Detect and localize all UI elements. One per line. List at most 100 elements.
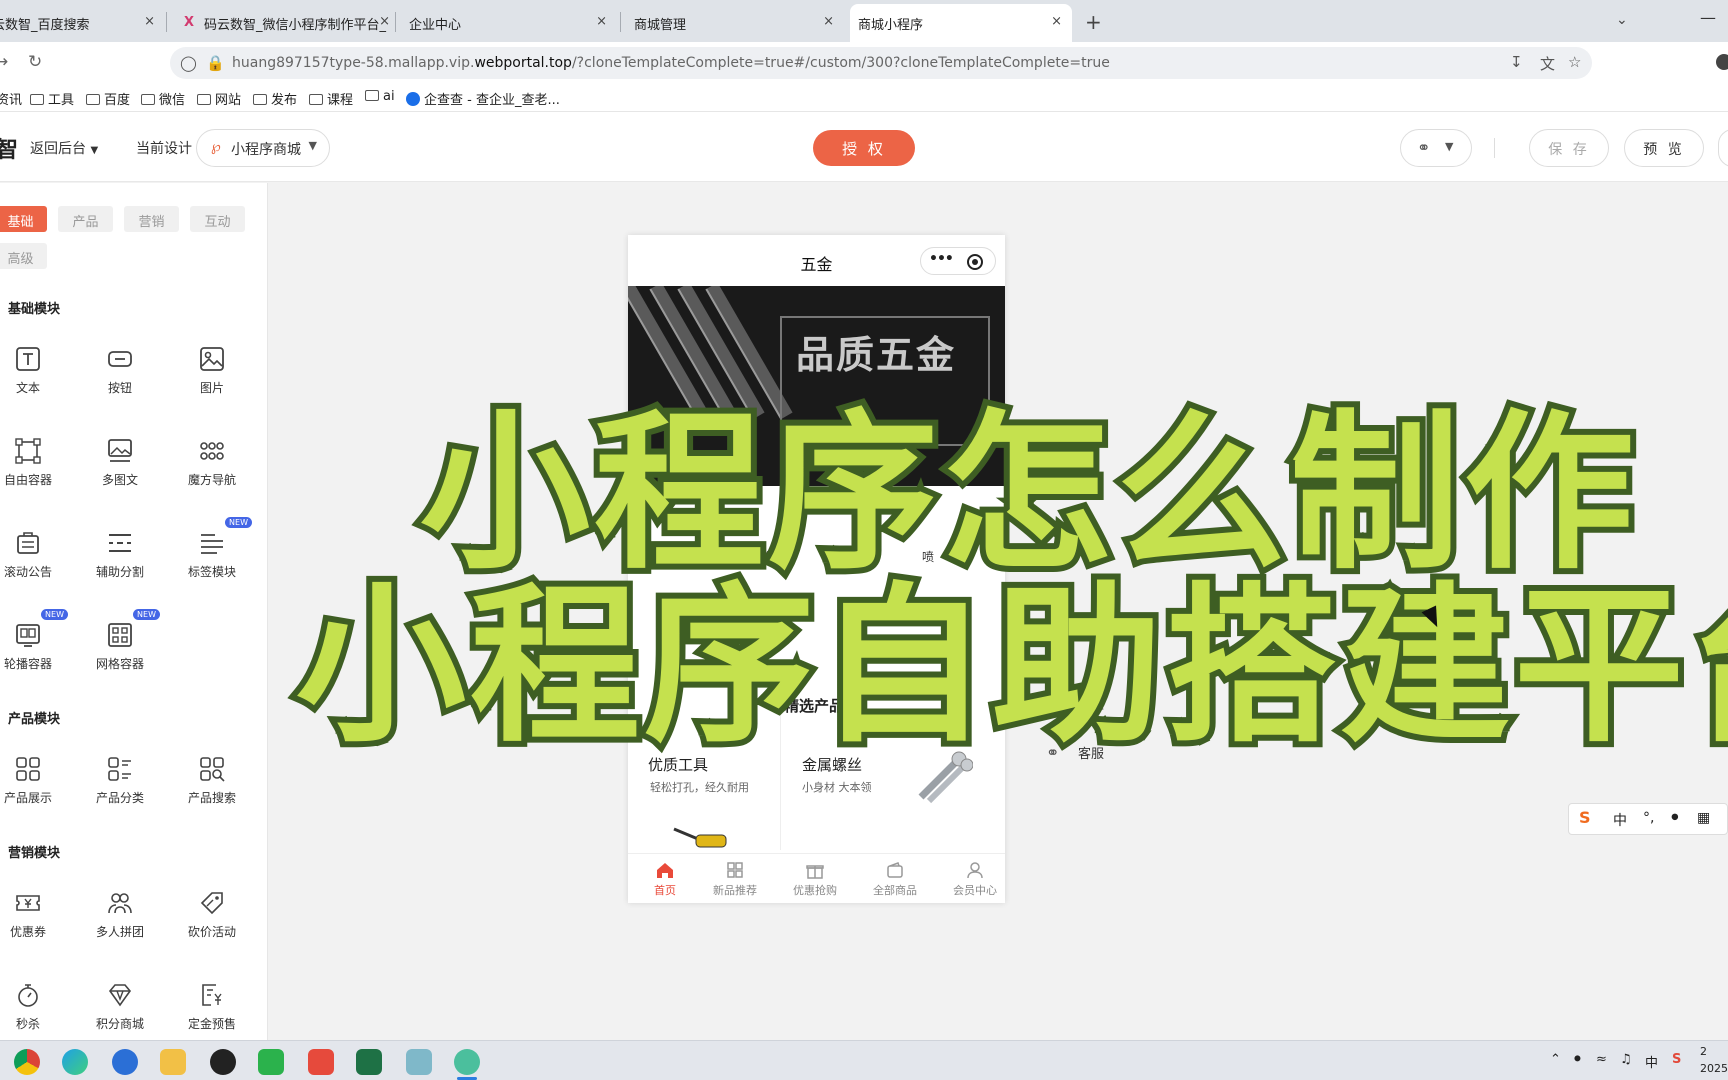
wifi-icon[interactable]: ≈ [1596,1052,1607,1067]
bookmark-item[interactable]: 发布 [253,89,297,108]
tray-lang[interactable]: 中 [1645,1052,1658,1071]
translate-icon[interactable]: 文 [1540,53,1555,74]
support-button[interactable]: ⚭ ▼ [1400,129,1472,167]
component-text[interactable]: 文本 [0,345,68,407]
nav-item-label[interactable]: 喷 [922,548,934,565]
tab-basic[interactable]: 基础 [0,206,47,232]
component-label: 网格容器 [95,657,144,671]
component-product-category[interactable]: 产品分类 [80,755,160,817]
component-product-display[interactable]: 产品展示 [0,755,68,817]
phone-tab-deals[interactable]: 优惠抢购 [778,860,852,898]
bookmark-item[interactable]: 微信 [141,89,185,108]
product-card-title[interactable]: 金属螺丝 [802,754,862,775]
back-to-admin-button[interactable]: 返回后台 ▼ [30,138,98,158]
component-coupon[interactable]: 优惠券 [0,889,68,951]
browser-icon[interactable] [112,1049,138,1075]
component-points-mall[interactable]: 积分商城 [80,981,160,1040]
close-icon[interactable]: × [1051,14,1062,29]
clock[interactable]: 2 2025 [1700,1043,1728,1077]
new-tab-button[interactable]: + [1085,10,1102,34]
component-bargain[interactable]: 砍价活动 [172,889,252,951]
excel-icon[interactable] [356,1049,382,1075]
customer-service-link[interactable]: ⚭ 客服 [1046,743,1104,762]
banner-image[interactable]: 品质五金 [628,286,1005,486]
notes-icon[interactable] [406,1049,432,1075]
component-divider[interactable]: 辅助分割 [80,529,160,591]
forward-icon[interactable]: → [0,52,8,72]
microphone-icon[interactable]: ⚫ [1669,810,1681,826]
chevron-down-icon[interactable]: ⌄ [1616,12,1628,28]
component-group-buy[interactable]: 多人拼团 [80,889,160,951]
bookmark-item[interactable]: 百度 [86,89,130,108]
browser-tab[interactable]: 企业中心 × [397,4,617,42]
nav-item-label[interactable]: 量仪器 [752,548,788,565]
tray-chevron-icon[interactable]: ⌃ [1550,1052,1561,1067]
bookmark-item[interactable]: 资讯 [0,89,22,108]
close-icon[interactable]: × [144,14,155,29]
tab-interaction[interactable]: 互动 [190,206,245,232]
component-magic-nav[interactable]: 魔方导航 [172,437,252,499]
app-icon[interactable] [308,1049,334,1075]
component-tag[interactable]: NEW 标签模块 [172,517,252,591]
bookmark-item[interactable]: 企查查 - 查企业_查老... [406,89,560,108]
app-icon[interactable] [454,1049,480,1075]
authorize-button[interactable]: 授 权 [813,130,915,166]
bookmark-item[interactable]: ai [365,89,395,104]
qq-icon[interactable] [210,1049,236,1075]
browser-tab[interactable]: 云数智_百度搜索 × [0,4,165,42]
phone-tab-member[interactable]: 会员中心 [938,860,1005,898]
keyboard-icon[interactable]: ▦ [1697,810,1710,826]
tab-product[interactable]: 产品 [58,206,113,232]
folder-icon[interactable] [160,1049,186,1075]
browser-tab[interactable]: 商城管理 × [622,4,844,42]
microphone-icon[interactable]: ⚫ [1572,1052,1583,1067]
app-select[interactable]: ℘ 小程序商城 ▼ [196,129,330,167]
component-scroll-notice[interactable]: 滚动公告 [0,529,68,591]
tab-marketing[interactable]: 营销 [124,206,179,232]
app-select-value: 小程序商城 [231,142,301,158]
chrome-icon[interactable] [14,1049,40,1075]
download-icon[interactable]: ↧ [1510,53,1523,71]
profile-icon[interactable] [1716,54,1728,70]
bookmark-item[interactable]: 课程 [309,89,353,108]
sogou-icon[interactable]: S [1672,1052,1681,1067]
component-button[interactable]: 按钮 [80,345,160,407]
edge-icon[interactable] [62,1049,88,1075]
punctuation-icon[interactable]: °, [1643,810,1654,826]
component-product-search[interactable]: 产品搜索 [172,755,252,817]
product-card-title[interactable]: 优质工具 [648,754,708,775]
volume-icon[interactable]: ♫ [1620,1052,1632,1067]
component-label: 秒杀 [15,1017,40,1031]
save-button[interactable]: 保 存 [1529,129,1609,167]
minimize-icon[interactable]: — [1700,8,1716,27]
browser-tab[interactable]: X 码云数智_微信小程序制作平台_ × [170,4,390,42]
component-multi-image-text[interactable]: 多图文 [80,437,160,499]
star-icon[interactable]: ☆ [1568,53,1581,71]
ime-toolbar[interactable]: S 中 °, ⚫ ▦ [1568,803,1728,835]
share-link[interactable]: ◯ 分享 [1046,696,1104,715]
component-carousel-container[interactable]: NEW 轮播容器 [0,609,68,683]
reload-icon[interactable]: ↻ [28,52,42,72]
preview-button[interactable]: 预 览 [1624,129,1704,167]
component-free-container[interactable]: 自由容器 [0,437,68,499]
phone-tab-new[interactable]: 新品推荐 [698,860,772,898]
close-icon[interactable]: × [379,14,390,29]
browser-tab-active[interactable]: 商城小程序 × [850,4,1072,42]
phone-preview[interactable]: 五金 ••• 品质五金 五金工具 量仪器 喷 精选产品 优质工具 轻松打孔，经久… [628,235,1005,903]
component-flash-sale[interactable]: 秒杀 [0,981,68,1040]
close-icon[interactable]: × [596,14,607,29]
wechat-icon[interactable] [258,1049,284,1075]
component-grid-container[interactable]: NEW 网格容器 [80,609,160,683]
nav-item-label[interactable]: 五金工具 [668,548,716,565]
phone-tab-all[interactable]: 全部商品 [858,860,932,898]
phone-tab-home[interactable]: 首页 [628,860,702,898]
publish-button[interactable] [1718,129,1728,167]
component-image[interactable]: 图片 [172,345,252,407]
ime-lang[interactable]: 中 [1613,810,1627,830]
url-field[interactable]: ◯ 🔒 huang897157type-58.mallapp.vip.webpo… [170,47,1592,79]
bookmark-item[interactable]: 网站 [197,89,241,108]
component-presale[interactable]: 定金预售 [172,981,252,1040]
tab-advanced[interactable]: 高级 [0,243,47,269]
bookmark-item[interactable]: 工具 [30,89,74,108]
close-icon[interactable]: × [823,14,834,29]
